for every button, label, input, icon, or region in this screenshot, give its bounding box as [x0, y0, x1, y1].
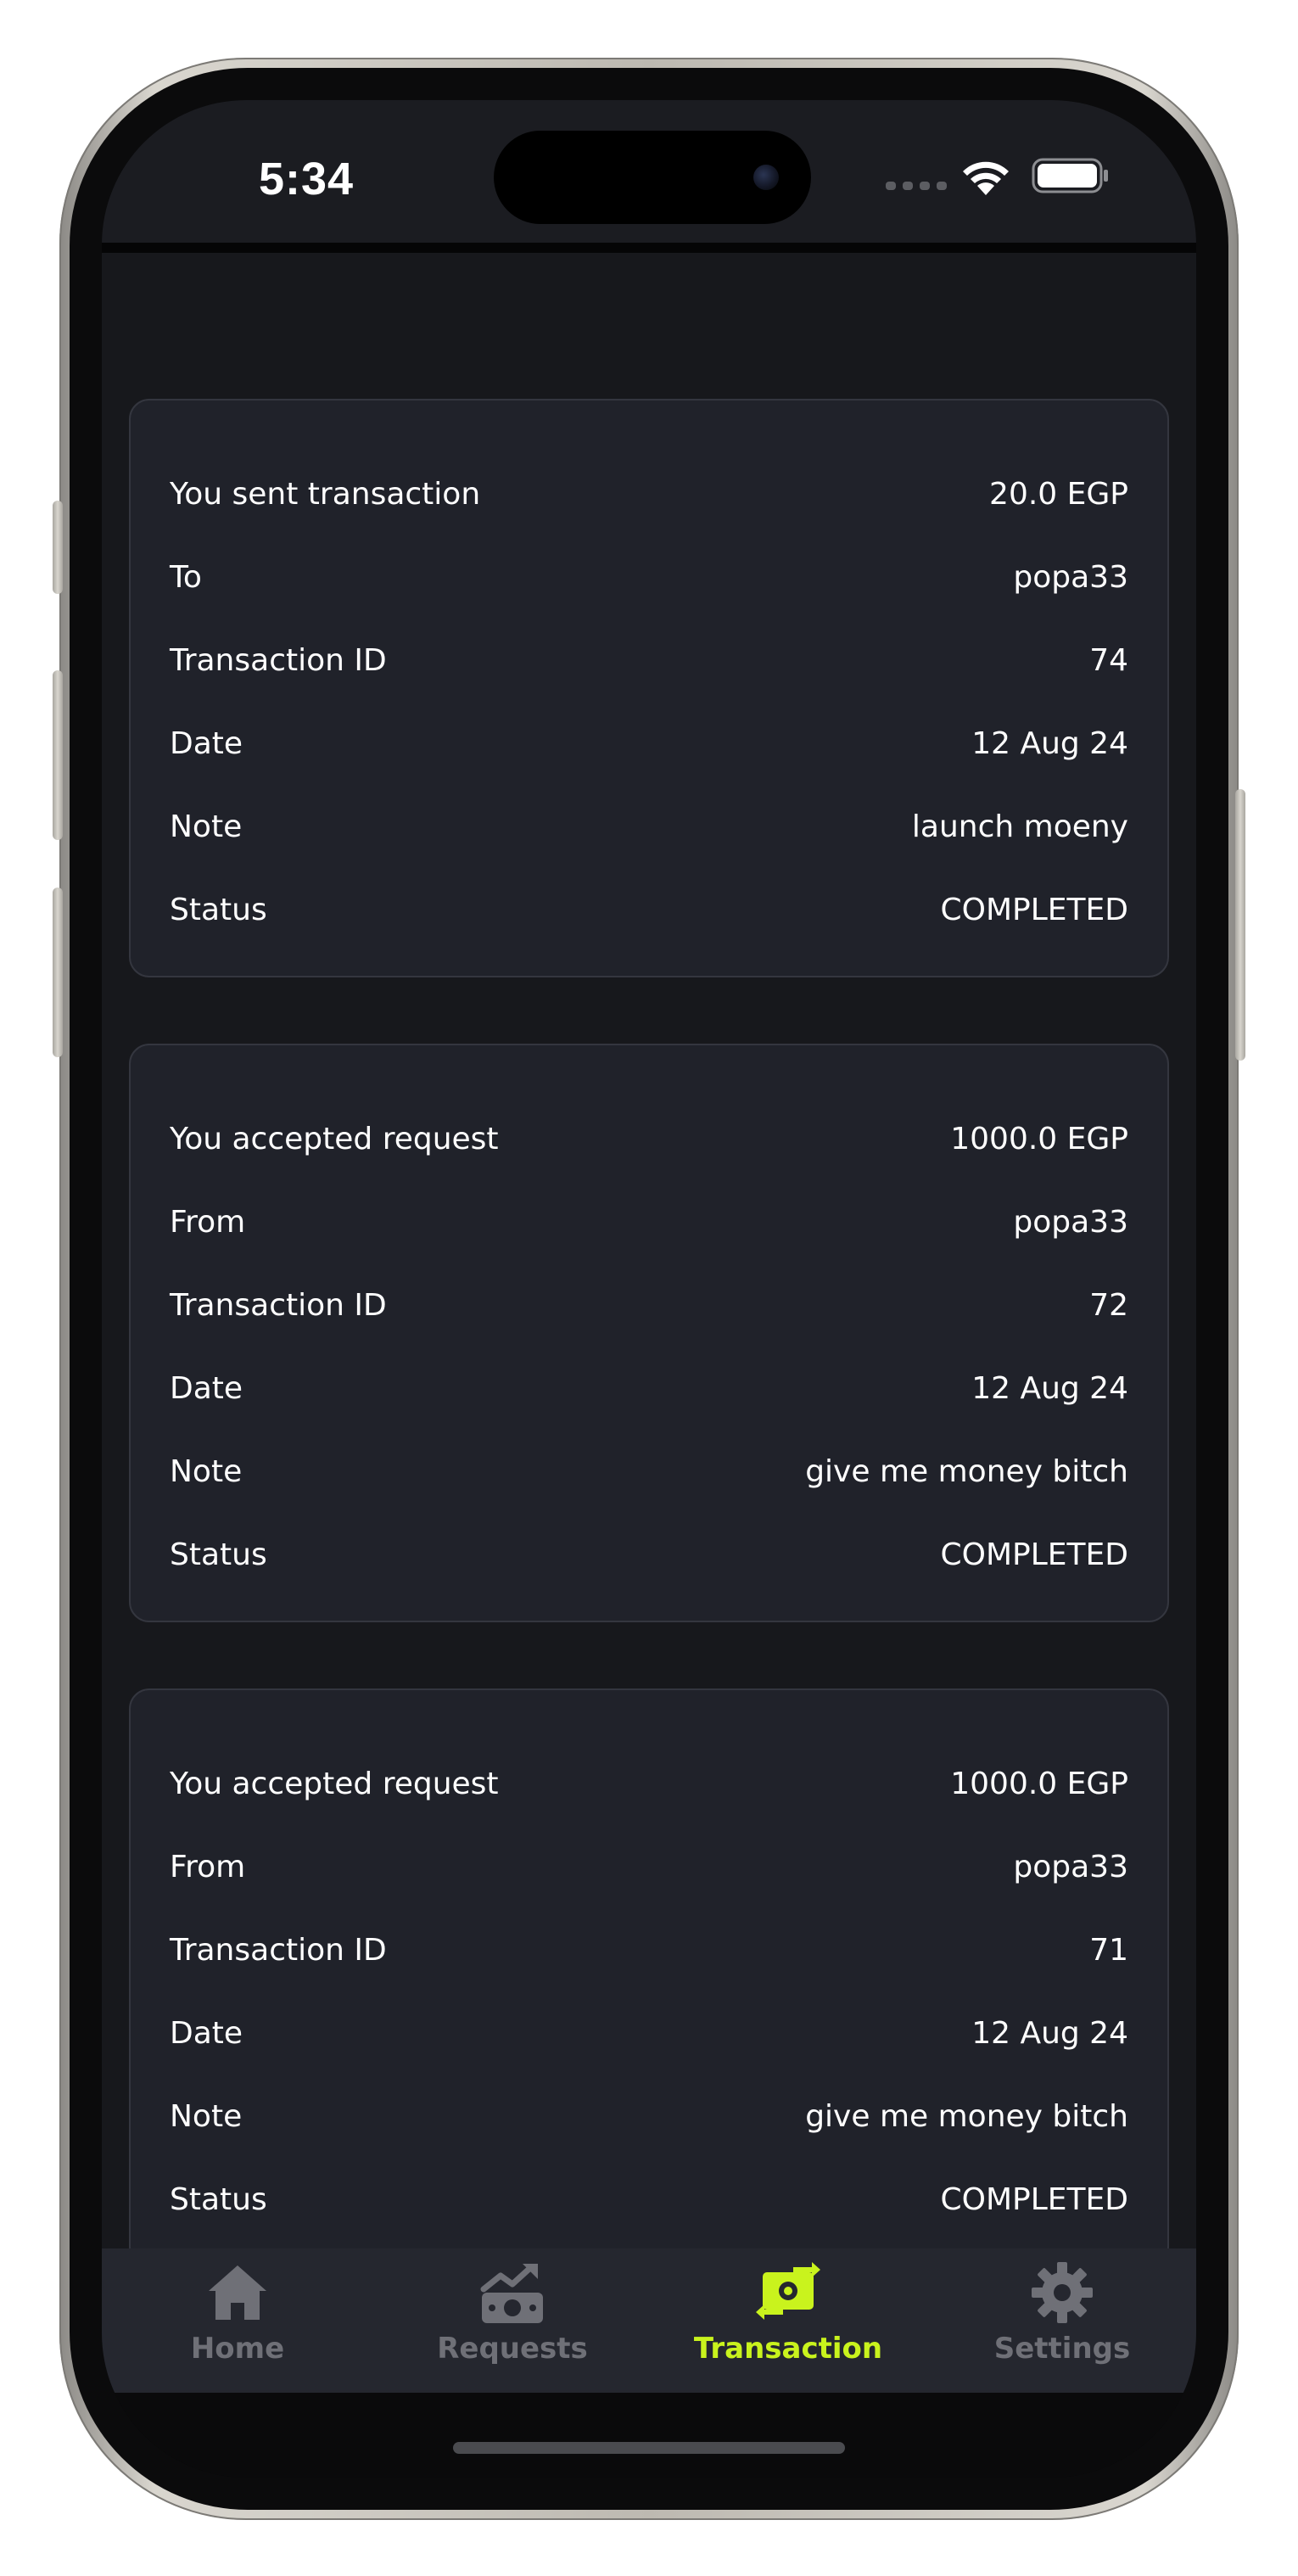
home-indicator-area	[102, 2393, 1196, 2478]
row-label: You accepted request	[170, 1121, 499, 1156]
transaction-type-row: You accepted request 1000.0 EGP	[170, 1113, 1128, 1164]
transaction-id-value: 72	[1089, 1287, 1128, 1323]
date-value: 12 Aug 24	[971, 725, 1128, 761]
status-row: Status COMPLETED	[170, 2174, 1128, 2225]
row-label: Status	[170, 892, 267, 927]
note-row: Note launch moeny	[170, 801, 1128, 852]
row-label: Status	[170, 1537, 267, 1572]
bottom-navigation: Home Requests Transaction Settings	[102, 2248, 1196, 2393]
date-row: Date 12 Aug 24	[170, 718, 1128, 769]
date-row: Date 12 Aug 24	[170, 2008, 1128, 2058]
counterparty-value: popa33	[1013, 559, 1128, 595]
row-label: Date	[170, 2015, 243, 2051]
status-bar: 5:34	[102, 100, 1196, 243]
counterparty-value: popa33	[1013, 1204, 1128, 1240]
note-row: Note give me money bitch	[170, 1446, 1128, 1497]
status-value: COMPLETED	[940, 1537, 1128, 1572]
row-label: Transaction ID	[170, 1932, 387, 1968]
status-row: Status COMPLETED	[170, 1529, 1128, 1580]
amount-value: 1000.0 EGP	[950, 1121, 1128, 1156]
row-label: From	[170, 1849, 246, 1884]
row-label: Date	[170, 1370, 243, 1406]
note-value: give me money bitch	[805, 2098, 1128, 2134]
screen: 5:34 You sent transaction 20.0 EGP To po…	[102, 100, 1196, 2478]
row-label: Note	[170, 1453, 243, 1489]
row-label: Status	[170, 2181, 267, 2217]
note-row: Note give me money bitch	[170, 2091, 1128, 2142]
status-value: COMPLETED	[940, 2181, 1128, 2217]
counterparty-row: To popa33	[170, 552, 1128, 602]
row-label: To	[170, 559, 202, 595]
date-row: Date 12 Aug 24	[170, 1363, 1128, 1414]
nav-label: Requests	[437, 2332, 588, 2366]
home-indicator[interactable]	[453, 2442, 845, 2454]
amount-value: 20.0 EGP	[989, 476, 1128, 512]
nav-item-transaction[interactable]: Transaction	[661, 2260, 915, 2388]
volume-up-button	[53, 670, 63, 840]
action-button	[53, 501, 63, 594]
transaction-type-row: You accepted request 1000.0 EGP	[170, 1758, 1128, 1809]
nav-label: Home	[190, 2332, 285, 2366]
row-label: Note	[170, 2098, 243, 2134]
power-button	[1235, 789, 1245, 1061]
counterparty-row: From popa33	[170, 1841, 1128, 1892]
money-growth-icon	[480, 2264, 543, 2323]
header-divider	[102, 243, 1196, 253]
transaction-type-row: You sent transaction 20.0 EGP	[170, 468, 1128, 519]
row-label: Note	[170, 809, 243, 844]
dynamic-island	[494, 131, 811, 224]
front-camera	[753, 165, 779, 190]
nav-item-settings[interactable]: Settings	[935, 2260, 1189, 2388]
row-label: Transaction ID	[170, 1287, 387, 1323]
note-value: give me money bitch	[805, 1453, 1128, 1489]
counterparty-row: From popa33	[170, 1196, 1128, 1247]
nav-item-home[interactable]: Home	[110, 2260, 365, 2388]
volume-down-button	[53, 888, 63, 1057]
gear-icon	[1032, 2262, 1093, 2323]
row-label: You accepted request	[170, 1766, 499, 1801]
status-time: 5:34	[259, 154, 355, 204]
transaction-card[interactable]: You accepted request 1000.0 EGP From pop…	[129, 1688, 1169, 2267]
row-label: You sent transaction	[170, 476, 481, 512]
transaction-card[interactable]: You sent transaction 20.0 EGP To popa33 …	[129, 399, 1169, 977]
transaction-id-row: Transaction ID 74	[170, 635, 1128, 686]
transaction-id-row: Transaction ID 72	[170, 1280, 1128, 1330]
home-icon	[209, 2265, 266, 2320]
wifi-icon	[963, 161, 1009, 195]
battery-icon	[1032, 158, 1108, 193]
money-transfer-icon	[756, 2262, 820, 2320]
row-label: Transaction ID	[170, 642, 387, 678]
nav-item-requests[interactable]: Requests	[385, 2260, 640, 2388]
date-value: 12 Aug 24	[971, 1370, 1128, 1406]
transaction-list[interactable]: You sent transaction 20.0 EGP To popa33 …	[102, 253, 1196, 2267]
transaction-id-row: Transaction ID 71	[170, 1924, 1128, 1975]
counterparty-value: popa33	[1013, 1849, 1128, 1884]
note-value: launch moeny	[911, 809, 1128, 844]
transaction-card[interactable]: You accepted request 1000.0 EGP From pop…	[129, 1044, 1169, 1622]
transaction-id-value: 74	[1089, 642, 1128, 678]
date-value: 12 Aug 24	[971, 2015, 1128, 2051]
amount-value: 1000.0 EGP	[950, 1766, 1128, 1801]
status-row: Status COMPLETED	[170, 884, 1128, 935]
nav-label: Transaction	[693, 2332, 883, 2366]
row-label: Date	[170, 725, 243, 761]
cellular-signal-icon	[886, 182, 947, 190]
transaction-id-value: 71	[1089, 1932, 1128, 1968]
nav-label: Settings	[993, 2332, 1131, 2366]
status-value: COMPLETED	[940, 892, 1128, 927]
row-label: From	[170, 1204, 246, 1240]
